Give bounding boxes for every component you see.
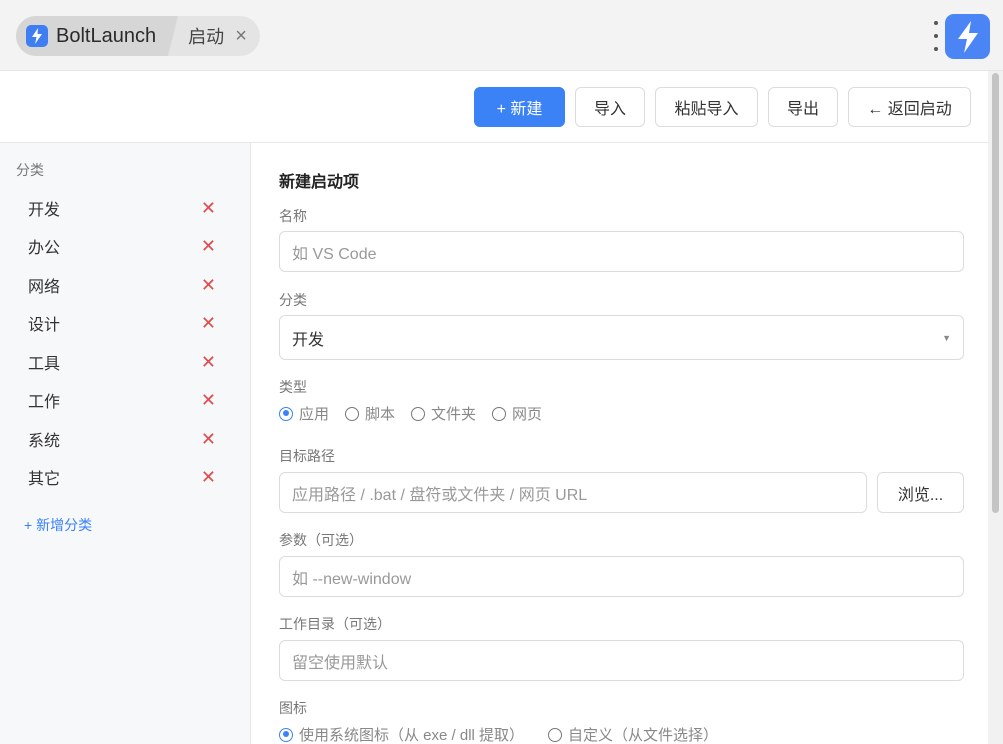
category-label: 网络 — [28, 279, 61, 296]
delete-icon[interactable]: ✕ — [201, 468, 216, 486]
tab-app[interactable]: BoltLaunch — [16, 16, 179, 56]
category-label: 工具 — [28, 356, 61, 373]
delete-icon[interactable]: ✕ — [201, 314, 216, 332]
workdir-input[interactable]: 留空使用默认 — [279, 640, 964, 681]
type-radio-web[interactable]: 网页 — [492, 403, 542, 424]
type-radio-folder[interactable]: 文件夹 — [411, 403, 476, 424]
new-button[interactable]: + 新建 — [474, 87, 565, 127]
delete-icon[interactable]: ✕ — [201, 430, 216, 448]
tab-launch[interactable]: 启动 × — [168, 16, 260, 56]
type-radio-app[interactable]: 应用 — [279, 403, 329, 424]
radio-checked-icon — [279, 727, 293, 742]
category-label: 办公 — [28, 240, 61, 257]
category-label: 设计 — [28, 317, 61, 334]
add-category-button[interactable]: + 新增分类 — [24, 515, 92, 535]
category-label: 其它 — [28, 471, 61, 488]
icon-option-label: 自定义（从文件选择） — [568, 727, 719, 744]
sidebar-title: 分类 — [16, 162, 44, 178]
scrollbar-thumb[interactable] — [992, 73, 999, 513]
delete-icon[interactable]: ✕ — [201, 237, 216, 255]
icon-label: 图标 — [279, 700, 307, 716]
type-radio-script[interactable]: 脚本 — [345, 403, 395, 424]
category-sidebar: 分类 开发 ✕ 办公 ✕ 网络 ✕ 设计 ✕ 工具 ✕ 工作 ✕ 系统 ✕ 其它… — [0, 143, 251, 744]
category-item[interactable]: 开发 ✕ — [12, 190, 232, 226]
radio-icon — [411, 406, 426, 421]
category-label: 系统 — [28, 433, 61, 450]
dropdown-caret-icon: ▼ — [942, 332, 951, 343]
radio-checked-icon — [279, 406, 293, 421]
type-label: 类型 — [279, 379, 307, 395]
category-item[interactable]: 设计 ✕ — [12, 305, 232, 341]
category-label: 工作 — [28, 394, 61, 411]
delete-icon[interactable]: ✕ — [201, 199, 216, 217]
category-item[interactable]: 办公 ✕ — [12, 228, 232, 264]
category-item[interactable]: 网络 ✕ — [12, 267, 232, 303]
workdir-label: 工作目录（可选） — [279, 616, 391, 632]
browse-button[interactable]: 浏览... — [877, 472, 964, 513]
paste-import-button[interactable]: 粘贴导入 — [655, 87, 758, 127]
title-bar: BoltLaunch 启动 × — [0, 0, 1003, 71]
target-path-input[interactable]: 应用路径 / .bat / 盘符或文件夹 / 网页 URL — [279, 472, 867, 513]
app-name: BoltLaunch — [56, 24, 157, 47]
category-select-value: 开发 — [292, 331, 325, 349]
type-option-label: 脚本 — [365, 406, 396, 423]
args-input[interactable]: 如 --new-window — [279, 556, 964, 597]
tab-group: BoltLaunch 启动 × — [16, 16, 261, 56]
icon-option-label: 使用系统图标（从 exe / dll 提取） — [299, 727, 525, 744]
toolbar: + 新建 导入 粘贴导入 导出 ← 返回启动 — [0, 71, 988, 143]
type-option-label: 网页 — [512, 406, 543, 423]
back-to-launch-button[interactable]: ← 返回启动 — [848, 87, 971, 127]
category-label: 分类 — [279, 292, 307, 308]
type-radio-group: 应用 脚本 文件夹 网页 — [279, 403, 558, 424]
delete-icon[interactable]: ✕ — [201, 276, 216, 294]
radio-icon — [345, 406, 360, 421]
delete-icon[interactable]: ✕ — [201, 353, 216, 371]
tab-launch-label: 启动 — [188, 27, 225, 47]
bolt-app-icon — [945, 14, 990, 59]
form-title: 新建启动项 — [279, 174, 360, 191]
icon-radio-custom[interactable]: 自定义（从文件选择） — [548, 724, 718, 744]
scrollbar[interactable] — [988, 71, 1003, 744]
type-option-label: 应用 — [299, 406, 330, 423]
bolt-logo-icon — [26, 25, 48, 47]
name-input[interactable]: 如 VS Code — [279, 231, 964, 272]
category-item[interactable]: 工具 ✕ — [12, 344, 232, 380]
name-label: 名称 — [279, 208, 307, 224]
category-select[interactable]: 开发 ▼ — [279, 315, 964, 360]
type-option-label: 文件夹 — [431, 406, 477, 423]
args-label: 参数（可选） — [279, 532, 363, 548]
export-button[interactable]: 导出 — [768, 87, 838, 127]
category-item[interactable]: 系统 ✕ — [12, 421, 232, 457]
category-item[interactable]: 工作 ✕ — [12, 382, 232, 418]
close-icon[interactable]: × — [232, 26, 250, 46]
delete-icon[interactable]: ✕ — [201, 391, 216, 409]
import-button[interactable]: 导入 — [575, 87, 645, 127]
icon-radio-system[interactable]: 使用系统图标（从 exe / dll 提取） — [279, 724, 524, 744]
radio-icon — [492, 406, 507, 421]
category-item[interactable]: 其它 ✕ — [12, 459, 232, 495]
more-menu-icon[interactable] — [930, 21, 942, 51]
category-label: 开发 — [28, 202, 61, 219]
target-label: 目标路径 — [279, 448, 335, 464]
radio-icon — [548, 727, 563, 742]
icon-radio-group: 使用系统图标（从 exe / dll 提取） 自定义（从文件选择） — [279, 724, 734, 744]
